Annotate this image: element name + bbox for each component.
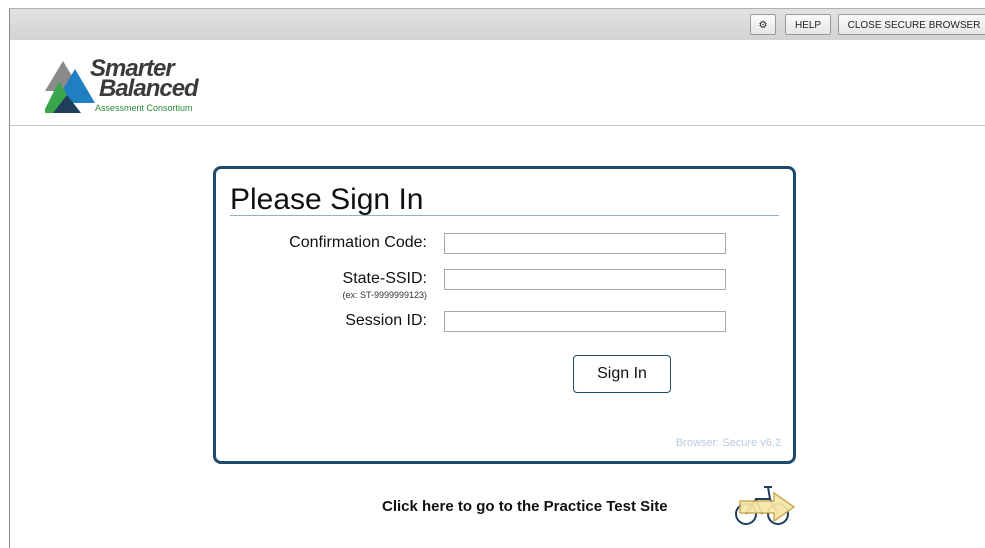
sign-in-panel: Please Sign In Confirmation Code: State-… xyxy=(213,166,796,464)
confirmation-code-label: Confirmation Code: xyxy=(289,234,427,251)
title-divider xyxy=(230,215,779,216)
state-ssid-hint: (ex: ST-9999999123) xyxy=(342,290,427,300)
page-header: Smarter Balanced Assessment Consortium xyxy=(10,40,985,126)
top-toolbar: ⚙ HELP CLOSE SECURE BROWSER xyxy=(10,9,985,40)
settings-button[interactable]: ⚙ xyxy=(750,14,776,35)
sign-in-button[interactable]: Sign In xyxy=(573,355,671,393)
smarter-balanced-logo: Smarter Balanced Assessment Consortium xyxy=(45,55,235,119)
sign-in-title: Please Sign In xyxy=(230,183,424,216)
logo-subtitle: Assessment Consortium xyxy=(95,103,193,113)
logo-line2: Balanced xyxy=(99,75,199,102)
gear-icon: ⚙ xyxy=(758,20,768,31)
state-ssid-label: State-SSID: xyxy=(342,270,427,287)
browser-version: Browser: Secure v6.2 xyxy=(675,437,781,449)
session-id-label: Session ID: xyxy=(345,312,427,329)
bicycle-arrow-icon[interactable] xyxy=(732,481,798,527)
close-secure-browser-button[interactable]: CLOSE SECURE BROWSER xyxy=(838,14,985,35)
help-button[interactable]: HELP xyxy=(785,14,831,35)
session-id-input[interactable] xyxy=(444,311,726,332)
confirmation-code-input[interactable] xyxy=(444,233,726,254)
state-ssid-input[interactable] xyxy=(444,269,726,290)
practice-test-link[interactable]: Click here to go to the Practice Test Si… xyxy=(382,498,668,515)
